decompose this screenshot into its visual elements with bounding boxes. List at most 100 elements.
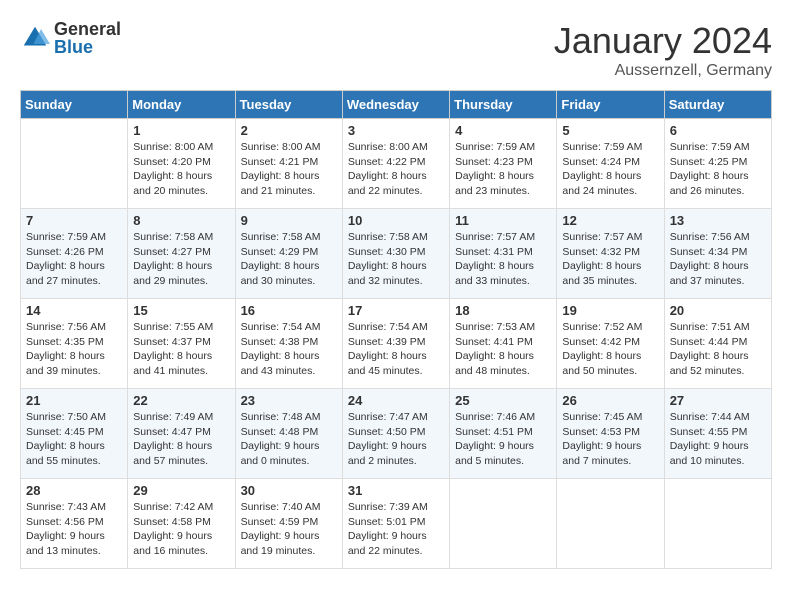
calendar-cell: 13 Sunrise: 7:56 AMSunset: 4:34 PMDayligh… [664,209,771,299]
calendar-week-row: 1 Sunrise: 8:00 AMSunset: 4:20 PMDaylight… [21,119,772,209]
calendar-cell: 7 Sunrise: 7:59 AMSunset: 4:26 PMDaylight… [21,209,128,299]
day-number: 8 [133,213,229,228]
day-number: 25 [455,393,551,408]
day-number: 7 [26,213,122,228]
day-number: 5 [562,123,658,138]
calendar-cell: 9Sunrise: 7:58 AMSunset: 4:29 PMDaylight… [235,209,342,299]
day-info: Sunrise: 8:00 AMSunset: 4:22 PMDaylight:… [348,140,444,199]
day-info: Sunrise: 7:47 AMSunset: 4:50 PMDaylight:… [348,410,444,469]
weekday-header-friday: Friday [557,91,664,119]
day-info: Sunrise: 7:46 AMSunset: 4:51 PMDaylight:… [455,410,551,469]
day-number: 22 [133,393,229,408]
calendar-week-row: 7 Sunrise: 7:59 AMSunset: 4:26 PMDaylight… [21,209,772,299]
calendar-cell [450,479,557,569]
day-number: 30 [241,483,337,498]
day-info: Sunrise: 7:58 AMSunset: 4:27 PMDaylight:… [133,230,229,289]
logo: General Blue [20,20,121,56]
day-number: 9 [241,213,337,228]
day-info: Sunrise: 7:54 AMSunset: 4:39 PMDaylight:… [348,320,444,379]
calendar-cell: 14Sunrise: 7:56 AMSunset: 4:35 PMDayligh… [21,299,128,389]
day-info: Sunrise: 7:48 AMSunset: 4:48 PMDaylight:… [241,410,337,469]
day-number: 18 [455,303,551,318]
day-info: Sunrise: 7:44 AMSunset: 4:55 PMDaylight:… [670,410,766,469]
day-number: 26 [562,393,658,408]
location: Aussernzell, Germany [554,62,772,80]
day-info: Sunrise: 7:51 AMSunset: 4:44 PMDaylight:… [670,320,766,379]
day-number: 6 [670,123,766,138]
day-info: Sunrise: 7:58 AMSunset: 4:30 PMDaylight:… [348,230,444,289]
day-info: Sunrise: 7:42 AMSunset: 4:58 PMDaylight:… [133,500,229,559]
day-info: Sunrise: 7:57 AMSunset: 4:32 PMDaylight:… [562,230,658,289]
calendar-table: SundayMondayTuesdayWednesdayThursdayFrid… [20,90,772,569]
calendar-cell [557,479,664,569]
calendar-cell: 3 Sunrise: 8:00 AMSunset: 4:22 PMDaylight… [342,119,449,209]
logo-blue-text: Blue [54,38,121,56]
logo-general-text: General [54,20,121,38]
day-number: 19 [562,303,658,318]
day-number: 31 [348,483,444,498]
day-number: 1 [133,123,229,138]
day-number: 17 [348,303,444,318]
day-info: Sunrise: 7:52 AMSunset: 4:42 PMDaylight:… [562,320,658,379]
day-number: 20 [670,303,766,318]
day-number: 3 [348,123,444,138]
calendar-cell: 2Sunrise: 8:00 AMSunset: 4:21 PMDaylight… [235,119,342,209]
calendar-cell: 4Sunrise: 7:59 AMSunset: 4:23 PMDaylight… [450,119,557,209]
calendar-cell: 15Sunrise: 7:55 AMSunset: 4:37 PMDayligh… [128,299,235,389]
weekday-header-tuesday: Tuesday [235,91,342,119]
day-info: Sunrise: 7:39 AMSunset: 5:01 PMDaylight:… [348,500,444,559]
calendar-cell: 29 Sunrise: 7:42 AMSunset: 4:58 PMDayligh… [128,479,235,569]
day-number: 21 [26,393,122,408]
day-info: Sunrise: 7:54 AMSunset: 4:38 PMDaylight:… [241,320,337,379]
day-info: Sunrise: 7:49 AMSunset: 4:47 PMDaylight:… [133,410,229,469]
calendar-cell: 31 Sunrise: 7:39 AMSunset: 5:01 PMDayligh… [342,479,449,569]
day-number: 13 [670,213,766,228]
day-number: 23 [241,393,337,408]
day-info: Sunrise: 7:59 AMSunset: 4:25 PMDaylight:… [670,140,766,199]
weekday-header-wednesday: Wednesday [342,91,449,119]
weekday-header-sunday: Sunday [21,91,128,119]
day-info: Sunrise: 7:59 AMSunset: 4:26 PMDaylight:… [26,230,122,289]
weekday-header-thursday: Thursday [450,91,557,119]
calendar-cell: 28 Sunrise: 7:43 AMSunset: 4:56 PMDayligh… [21,479,128,569]
calendar-cell: 10Sunrise: 7:58 AMSunset: 4:30 PMDayligh… [342,209,449,299]
calendar-cell: 1 Sunrise: 8:00 AMSunset: 4:20 PMDaylight… [128,119,235,209]
day-info: Sunrise: 8:00 AMSunset: 4:21 PMDaylight:… [241,140,337,199]
day-info: Sunrise: 7:57 AMSunset: 4:31 PMDaylight:… [455,230,551,289]
calendar-cell [21,119,128,209]
day-number: 29 [133,483,229,498]
weekday-header-row: SundayMondayTuesdayWednesdayThursdayFrid… [21,91,772,119]
calendar-cell: 24Sunrise: 7:47 AMSunset: 4:50 PMDayligh… [342,389,449,479]
calendar-cell: 21 Sunrise: 7:50 AMSunset: 4:45 PMDayligh… [21,389,128,479]
day-info: Sunrise: 7:59 AMSunset: 4:23 PMDaylight:… [455,140,551,199]
calendar-cell: 16 Sunrise: 7:54 AMSunset: 4:38 PMDayligh… [235,299,342,389]
calendar-cell: 26Sunrise: 7:45 AMSunset: 4:53 PMDayligh… [557,389,664,479]
calendar-cell: 5 Sunrise: 7:59 AMSunset: 4:24 PMDaylight… [557,119,664,209]
day-info: Sunrise: 7:50 AMSunset: 4:45 PMDaylight:… [26,410,122,469]
calendar-cell: 30 Sunrise: 7:40 AMSunset: 4:59 PMDayligh… [235,479,342,569]
day-info: Sunrise: 7:43 AMSunset: 4:56 PMDaylight:… [26,500,122,559]
day-info: Sunrise: 7:53 AMSunset: 4:41 PMDaylight:… [455,320,551,379]
day-number: 27 [670,393,766,408]
day-number: 16 [241,303,337,318]
calendar-cell: 11 Sunrise: 7:57 AMSunset: 4:31 PMDayligh… [450,209,557,299]
weekday-header-saturday: Saturday [664,91,771,119]
logo-text: General Blue [54,20,121,56]
title-block: January 2024 Aussernzell, Germany [554,20,772,80]
calendar-week-row: 28 Sunrise: 7:43 AMSunset: 4:56 PMDayligh… [21,479,772,569]
calendar-cell: 23 Sunrise: 7:48 AMSunset: 4:48 PMDayligh… [235,389,342,479]
day-number: 12 [562,213,658,228]
day-number: 28 [26,483,122,498]
month-title: January 2024 [554,20,772,62]
calendar-cell: 8 Sunrise: 7:58 AMSunset: 4:27 PMDaylight… [128,209,235,299]
calendar-cell: 12 Sunrise: 7:57 AMSunset: 4:32 PMDayligh… [557,209,664,299]
day-info: Sunrise: 8:00 AMSunset: 4:20 PMDaylight:… [133,140,229,199]
day-number: 11 [455,213,551,228]
day-number: 15 [133,303,229,318]
calendar-cell: 22 Sunrise: 7:49 AMSunset: 4:47 PMDayligh… [128,389,235,479]
day-info: Sunrise: 7:56 AMSunset: 4:34 PMDaylight:… [670,230,766,289]
day-info: Sunrise: 7:40 AMSunset: 4:59 PMDaylight:… [241,500,337,559]
day-info: Sunrise: 7:59 AMSunset: 4:24 PMDaylight:… [562,140,658,199]
calendar-cell: 18 Sunrise: 7:53 AMSunset: 4:41 PMDayligh… [450,299,557,389]
calendar-cell: 19 Sunrise: 7:52 AMSunset: 4:42 PMDayligh… [557,299,664,389]
